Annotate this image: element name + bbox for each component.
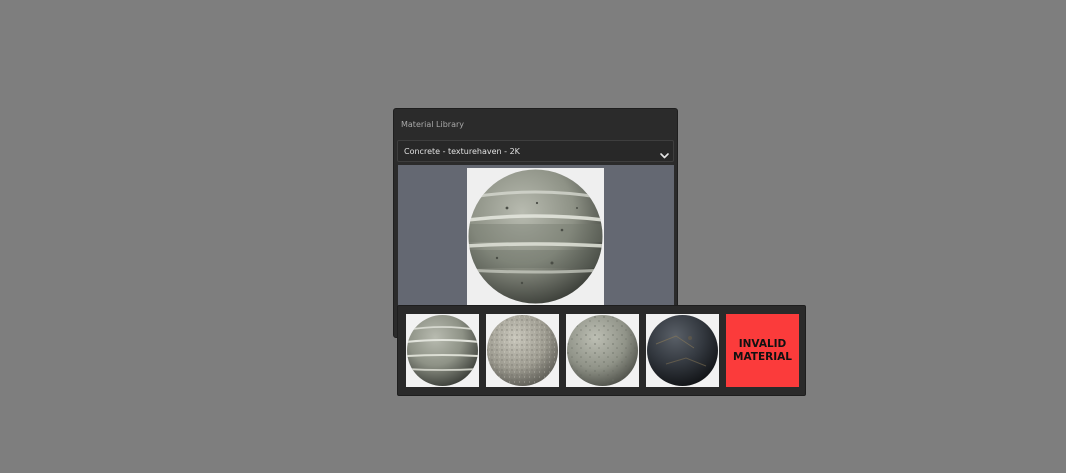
material-library-panel: Material Library Concrete - texturehaven…: [393, 108, 678, 338]
panel-title: Material Library: [401, 120, 465, 129]
invalid-material-label: INVALID MATERIAL: [733, 337, 792, 363]
material-thumbnail[interactable]: [646, 314, 719, 387]
invalid-material-thumbnail[interactable]: INVALID MATERIAL: [726, 314, 799, 387]
chevron-down-icon: [659, 146, 670, 159]
material-preview-image[interactable]: [467, 168, 604, 305]
material-thumbnail[interactable]: [406, 314, 479, 387]
material-thumbnail[interactable]: [566, 314, 639, 387]
material-thumbnail[interactable]: [486, 314, 559, 387]
dropdown-selected-value: Concrete - texturehaven - 2K: [404, 147, 520, 156]
material-thumbnail-strip: INVALID MATERIAL: [397, 305, 806, 396]
material-preview-area: [398, 165, 674, 311]
material-dropdown[interactable]: Concrete - texturehaven - 2K: [397, 140, 674, 162]
